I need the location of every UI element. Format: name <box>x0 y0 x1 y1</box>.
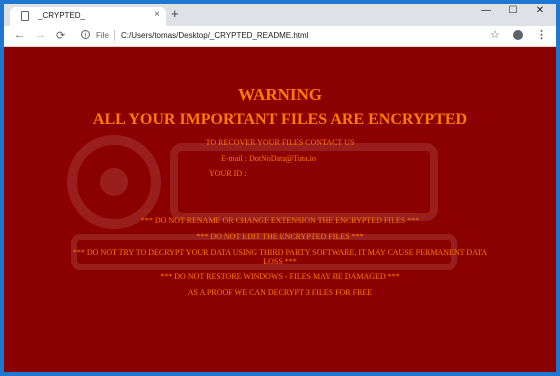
contact-email: E-mail : DotNoData@Tuta.io <box>221 154 316 163</box>
account-icon[interactable] <box>513 30 523 40</box>
toolbar: ← → ⟳ i File C:/Users/tomas/Desktop/_CRY… <box>4 26 556 47</box>
warning-line: *** DO NOT RESTORE WINDOWS - FILES MAY B… <box>160 272 400 281</box>
ransom-note-page: WARNING ALL YOUR IMPORTANT FILES ARE ENC… <box>4 47 556 372</box>
warning-line: LOSS *** <box>263 257 297 266</box>
warning-line: *** DO NOT TRY TO DECRYPT YOUR DATA USIN… <box>72 248 488 257</box>
tab-close-button[interactable]: × <box>154 9 160 20</box>
forward-button[interactable]: → <box>35 29 46 41</box>
proof-offer: AS A PROOF WE CAN DECRYPT 3 FILES FOR FR… <box>187 288 373 297</box>
reload-button[interactable]: ⟳ <box>56 29 65 42</box>
document-icon <box>21 11 29 21</box>
info-icon[interactable]: i <box>81 30 90 39</box>
warning-heading: WARNING <box>237 85 323 104</box>
tab-bar: _CRYPTED_ × + — ☐ ✕ <box>4 4 556 26</box>
recover-instruction: TO RECOVER YOUR FILES CONTACT US <box>205 138 355 147</box>
encrypted-subheading: ALL YOUR IMPORTANT FILES ARE ENCRYPTED <box>92 111 468 128</box>
tab-title: _CRYPTED_ <box>38 11 85 20</box>
tab-crypted[interactable]: _CRYPTED_ × <box>10 7 166 26</box>
close-window-button[interactable]: ✕ <box>530 5 550 16</box>
maximize-button[interactable]: ☐ <box>503 5 523 16</box>
menu-button[interactable]: ⋮ <box>536 28 547 41</box>
address-bar[interactable]: C:/Users/tomas/Desktop/_CRYPTED_README.h… <box>121 31 308 40</box>
divider <box>114 30 115 41</box>
minimize-button[interactable]: — <box>476 5 496 16</box>
back-button[interactable]: ← <box>14 29 25 41</box>
browser-window: _CRYPTED_ × + — ☐ ✕ ← → ⟳ i File C:/User… <box>0 0 560 376</box>
new-tab-button[interactable]: + <box>171 6 179 21</box>
victim-id: YOUR ID : <box>209 169 247 178</box>
scheme-label: File <box>96 31 109 40</box>
warning-line: *** DO NOT RENAME OR CHANGE EXTENSION TH… <box>140 216 420 225</box>
warning-line: *** DO NOT EDIT THE ENCRYPTED FILES *** <box>196 232 364 241</box>
star-icon[interactable]: ☆ <box>490 28 500 41</box>
